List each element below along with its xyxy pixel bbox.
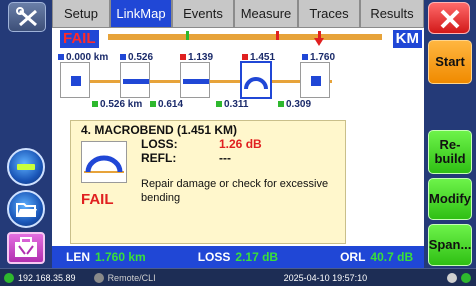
tab-traces[interactable]: Traces xyxy=(298,0,360,28)
overview-marker-fail xyxy=(276,31,279,40)
len-label: LEN xyxy=(66,250,90,264)
date-time: 2025-04-10 19:57:10 xyxy=(283,272,368,283)
link-overview-bar[interactable] xyxy=(108,31,382,46)
tools-icon xyxy=(16,7,37,27)
rebuild-button[interactable]: Re- build xyxy=(428,130,472,174)
toolbox-icon xyxy=(15,237,37,257)
loss-value: 1.26 dB xyxy=(219,137,262,151)
tab-results[interactable]: Results xyxy=(360,0,424,28)
refl-value: --- xyxy=(219,151,231,165)
segment-length: 0.526 km xyxy=(92,99,142,110)
status-bar: 192.168.35.89 Remote/CLI 2025-04-10 19:5… xyxy=(0,268,476,286)
macrobend-arc-icon xyxy=(84,155,124,173)
span-button[interactable]: Span... xyxy=(428,224,472,266)
ip-address: 192.168.35.89 xyxy=(18,272,76,283)
event-status-square xyxy=(58,54,64,60)
splice-icon xyxy=(123,79,149,84)
battery-icon xyxy=(461,272,472,283)
connector-icon xyxy=(311,76,321,86)
macrobend-large-icon xyxy=(81,141,127,183)
settings-icon[interactable] xyxy=(447,272,458,283)
event-status-square xyxy=(180,54,186,60)
tools-menu-button[interactable] xyxy=(8,2,46,32)
loss-total-label: LOSS xyxy=(197,250,231,264)
summary-bar: LEN 1.760 km LOSS 2.17 dB ORL 40.7 dB xyxy=(52,246,424,268)
event-splice[interactable] xyxy=(120,62,150,98)
tab-events[interactable]: Events xyxy=(172,0,234,28)
event-splice[interactable] xyxy=(180,62,210,98)
segment-length: 0.311 xyxy=(216,99,248,110)
event-status-square xyxy=(242,54,248,60)
splice-icon xyxy=(183,79,209,84)
close-button[interactable] xyxy=(428,2,470,34)
loss-label: LOSS: xyxy=(141,137,178,151)
connector-icon xyxy=(71,76,81,86)
file-open-button[interactable] xyxy=(7,190,45,228)
linkmap-panel: FAIL KM 0.000 km 0.526 1.139 1.451 1.760 xyxy=(52,28,424,268)
event-status-square xyxy=(302,54,308,60)
event-detail-panel: 4. MACROBEND (1.451 KM) FAIL LOSS: 1.26 … xyxy=(70,120,346,244)
modify-button[interactable]: Modify xyxy=(428,178,472,220)
unit-label[interactable]: KM xyxy=(392,30,422,48)
loss-total-value: 2.17 dB xyxy=(235,250,279,264)
event-verdict: FAIL xyxy=(81,191,114,208)
event-status-square xyxy=(120,54,126,60)
orl-label: ORL xyxy=(340,250,366,264)
overview-marker-ok xyxy=(186,31,189,40)
advice-text: Repair damage or check for excessive ben… xyxy=(141,178,329,204)
left-rail xyxy=(0,0,52,268)
remote-icon xyxy=(93,272,104,283)
minus-icon xyxy=(17,164,35,170)
len-value: 1.760 km xyxy=(95,250,146,264)
folder-icon xyxy=(16,203,37,217)
start-button[interactable]: Start xyxy=(428,40,472,84)
event-end[interactable] xyxy=(300,62,330,98)
overall-verdict: FAIL xyxy=(60,30,99,48)
tab-linkmap[interactable]: LinkMap xyxy=(110,0,172,28)
orl-value: 40.7 dB xyxy=(370,250,414,264)
remote-status: Remote/CLI xyxy=(107,272,156,283)
tab-bar: Setup LinkMap Events Measure Traces Resu… xyxy=(52,0,424,28)
toolbox-button[interactable] xyxy=(7,232,45,264)
event-launch[interactable] xyxy=(60,62,90,98)
macrobend-icon xyxy=(244,77,268,90)
network-status-icon xyxy=(4,272,14,283)
tab-measure[interactable]: Measure xyxy=(234,0,298,28)
event-detail-title: 4. MACROBEND (1.451 KM) xyxy=(81,123,238,137)
minimize-button[interactable] xyxy=(7,148,45,186)
close-icon xyxy=(440,9,460,29)
overview-cursor xyxy=(314,38,324,46)
event-macrobend-selected[interactable] xyxy=(240,61,272,99)
tab-setup[interactable]: Setup xyxy=(52,0,110,28)
refl-label: REFL: xyxy=(141,151,177,165)
segment-length: 0.614 xyxy=(150,99,183,110)
segment-length: 0.309 xyxy=(278,99,311,110)
app-window: Setup LinkMap Events Measure Traces Resu… xyxy=(0,0,476,286)
